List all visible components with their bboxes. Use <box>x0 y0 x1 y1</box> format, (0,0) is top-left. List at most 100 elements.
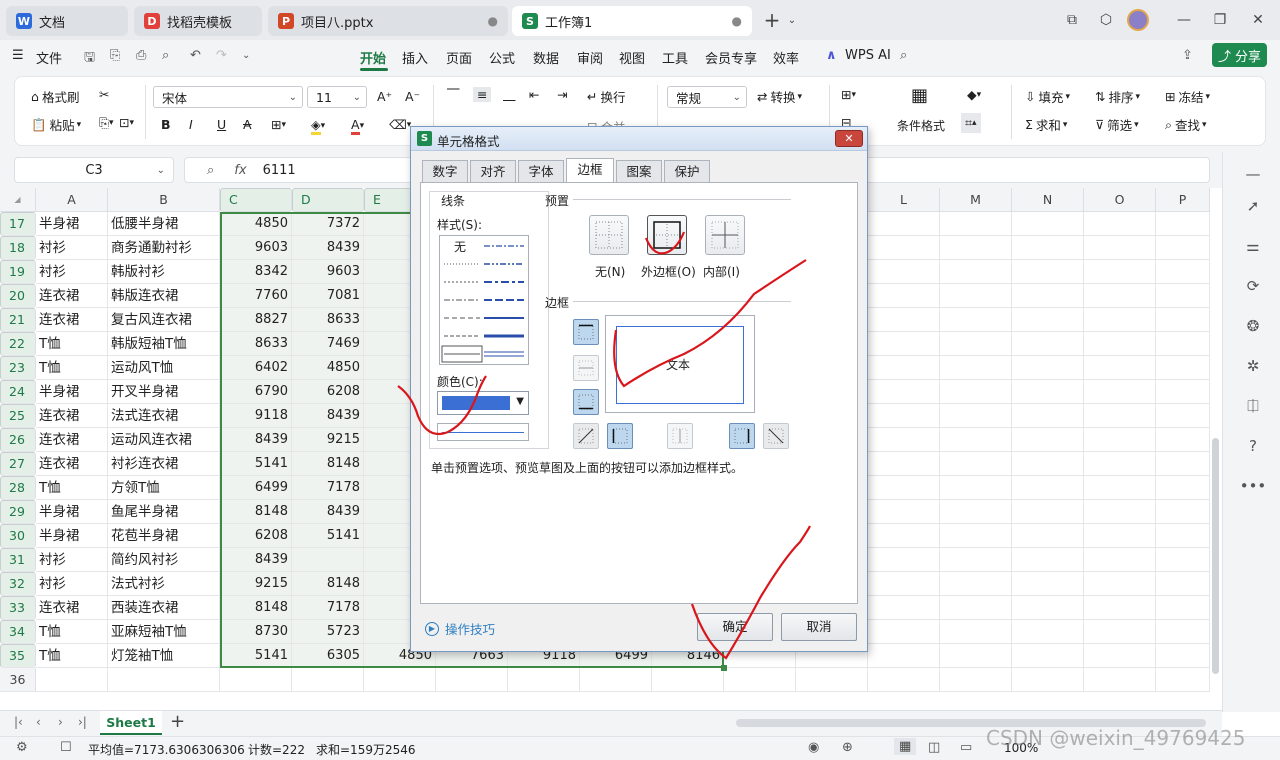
cell-a35[interactable]: T恤 <box>36 644 108 668</box>
cancel-button[interactable]: 取消 <box>781 613 857 641</box>
cell-c21[interactable]: 8827 <box>220 308 292 332</box>
cell-m27[interactable] <box>940 452 1012 476</box>
cell-b27[interactable]: 衬衫连衣裙 <box>108 452 220 476</box>
menu-tools[interactable]: 工具 <box>662 48 688 67</box>
cell-l20[interactable] <box>868 284 940 308</box>
cell-d29[interactable]: 8439 <box>292 500 364 524</box>
tips-link[interactable]: ▶ 操作技巧 <box>425 619 495 638</box>
normal-view-icon[interactable]: ▦ <box>894 738 917 755</box>
tab-docer-templates[interactable]: D 找稻壳模板 <box>134 6 262 36</box>
menu-data[interactable]: 数据 <box>533 48 559 67</box>
cell-p22[interactable] <box>1156 332 1210 356</box>
next-sheet-icon[interactable]: › <box>58 715 63 729</box>
cell-p20[interactable] <box>1156 284 1210 308</box>
cell-b18[interactable]: 商务通勤衬衫 <box>108 236 220 260</box>
cell-d19[interactable]: 9603 <box>292 260 364 284</box>
cell-n36[interactable] <box>1012 668 1084 692</box>
redo-icon[interactable]: ↷ <box>216 48 227 63</box>
cell-o23[interactable] <box>1084 356 1156 380</box>
cell-c26[interactable]: 8439 <box>220 428 292 452</box>
menu-home[interactable]: 开始 <box>360 48 386 67</box>
cell-k36[interactable] <box>796 668 868 692</box>
zoom-search-icon[interactable]: ⌕ <box>207 163 214 178</box>
select-all-corner[interactable]: ◢ <box>0 188 36 212</box>
line-style-list[interactable]: 无 <box>439 235 529 365</box>
cell-p23[interactable] <box>1156 356 1210 380</box>
cell-n34[interactable] <box>1012 620 1084 644</box>
close-dot-icon[interactable]: ● <box>732 14 742 28</box>
cell-a29[interactable]: 半身裙 <box>36 500 108 524</box>
cell-a25[interactable]: 连衣裙 <box>36 404 108 428</box>
cell-a21[interactable]: 连衣裙 <box>36 308 108 332</box>
cell-a34[interactable]: T恤 <box>36 620 108 644</box>
cell-p30[interactable] <box>1156 524 1210 548</box>
align-bottom-icon[interactable]: ⎽ <box>503 87 516 103</box>
tab-pattern[interactable]: 图案 <box>616 160 662 182</box>
cell-l29[interactable] <box>868 500 940 524</box>
row-header-32[interactable]: 32 <box>0 572 36 596</box>
cell-a33[interactable]: 连衣裙 <box>36 596 108 620</box>
cell-c28[interactable]: 6499 <box>220 476 292 500</box>
find-button[interactable]: ⌕ 查找 ▾ <box>1165 115 1207 134</box>
cell-o26[interactable] <box>1084 428 1156 452</box>
first-sheet-icon[interactable]: |‹ <box>14 715 23 729</box>
cell-c34[interactable]: 8730 <box>220 620 292 644</box>
column-header-p[interactable]: P <box>1156 188 1210 212</box>
underline-icon[interactable]: U <box>217 117 226 132</box>
cell-b24[interactable]: 开叉半身裙 <box>108 380 220 404</box>
menu-page[interactable]: 页面 <box>446 48 472 67</box>
cell-n35[interactable] <box>1012 644 1084 668</box>
cell-m33[interactable] <box>940 596 1012 620</box>
fill-color-icon[interactable]: ◈ ▾ <box>311 117 325 135</box>
increase-font-icon[interactable]: A⁺ <box>377 89 392 104</box>
menu-wps-ai[interactable]: WPS AI <box>845 48 891 63</box>
clear-icon[interactable]: ⌫ ▾ <box>389 117 411 132</box>
cell-p32[interactable] <box>1156 572 1210 596</box>
cell-b19[interactable]: 韩版衬衫 <box>108 260 220 284</box>
align-middle-icon[interactable]: ≡ <box>473 87 492 102</box>
cell-o31[interactable] <box>1084 548 1156 572</box>
cell-m30[interactable] <box>940 524 1012 548</box>
paste-button[interactable]: 📋 粘贴 ▾ <box>31 115 81 134</box>
cell-n18[interactable] <box>1012 236 1084 260</box>
cell-d35[interactable]: 6305 <box>292 644 364 668</box>
cell-b34[interactable]: 亚麻短袖T恤 <box>108 620 220 644</box>
row-header-17[interactable]: 17 <box>0 212 36 236</box>
font-size-select[interactable]: 11 ⌄ <box>307 86 367 108</box>
cell-c30[interactable]: 6208 <box>220 524 292 548</box>
brain-icon[interactable]: ❂ <box>1243 316 1263 336</box>
row-header-19[interactable]: 19 <box>0 260 36 284</box>
tab-workbook1[interactable]: S 工作簿1 ● <box>512 6 752 36</box>
cell-o28[interactable] <box>1084 476 1156 500</box>
cell-d24[interactable]: 6208 <box>292 380 364 404</box>
cell-d17[interactable]: 7372 <box>292 212 364 236</box>
cell-p27[interactable] <box>1156 452 1210 476</box>
cell-p33[interactable] <box>1156 596 1210 620</box>
cell-d21[interactable]: 8633 <box>292 308 364 332</box>
add-sheet-icon[interactable]: + <box>170 711 185 732</box>
cell-g36[interactable] <box>508 668 580 692</box>
cell-f36[interactable] <box>436 668 508 692</box>
more-icon[interactable]: ••• <box>1240 476 1267 496</box>
cell-n31[interactable] <box>1012 548 1084 572</box>
cell-p26[interactable] <box>1156 428 1210 452</box>
cell-o25[interactable] <box>1084 404 1156 428</box>
cell-p28[interactable] <box>1156 476 1210 500</box>
cell-o34[interactable] <box>1084 620 1156 644</box>
cell-p19[interactable] <box>1156 260 1210 284</box>
cell-c17[interactable]: 4850 <box>220 212 292 236</box>
cell-m17[interactable] <box>940 212 1012 236</box>
print-preview-icon[interactable]: ⌕ <box>162 48 169 63</box>
column-header-d[interactable]: D <box>292 188 364 212</box>
cell-c18[interactable]: 9603 <box>220 236 292 260</box>
cell-b30[interactable]: 花苞半身裙 <box>108 524 220 548</box>
cell-a30[interactable]: 半身裙 <box>36 524 108 548</box>
sheet-tab-sheet1[interactable]: Sheet1 <box>100 711 162 735</box>
cell-d26[interactable]: 9215 <box>292 428 364 452</box>
cell-o17[interactable] <box>1084 212 1156 236</box>
cloud-upload-icon[interactable]: ⇪ <box>1182 48 1193 63</box>
fill-button[interactable]: ⇩ 填充 ▾ <box>1025 87 1070 106</box>
row-header-24[interactable]: 24 <box>0 380 36 404</box>
cell-n33[interactable] <box>1012 596 1084 620</box>
column-header-n[interactable]: N <box>1012 188 1084 212</box>
